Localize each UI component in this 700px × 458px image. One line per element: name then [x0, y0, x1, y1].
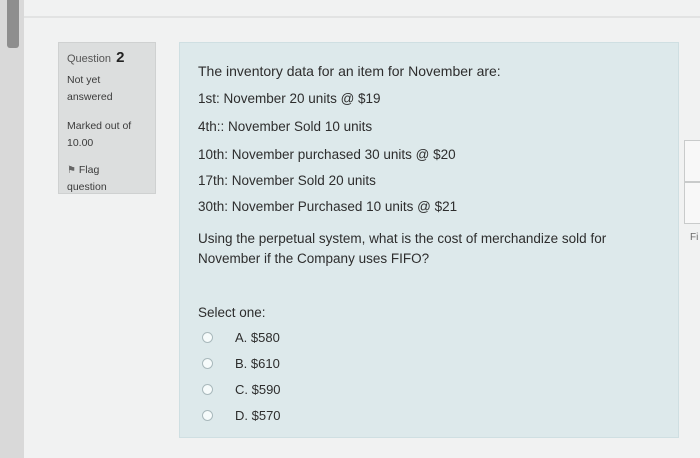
- answer-option-d[interactable]: D. $570: [202, 406, 281, 424]
- grade-line-2: 10.00: [67, 137, 94, 149]
- question-label: Question: [67, 53, 112, 65]
- state-line-1: Not yet: [67, 74, 101, 86]
- divider: [24, 16, 700, 18]
- data-line-4: 17th: November Sold 20 units: [198, 173, 376, 188]
- flag-icon: ⚑: [67, 165, 76, 176]
- radio-a[interactable]: [202, 331, 213, 343]
- data-line-3: 10th: November purchased 30 units @ $20: [198, 147, 456, 162]
- state-line-2: answered: [67, 91, 113, 103]
- side-panel-edge-2: [684, 182, 700, 224]
- side-panel-label: Fi: [690, 232, 699, 243]
- question-grade: Marked out of 10.00: [67, 118, 147, 152]
- question-info-panel: Question 2 Not yet answered Marked out o…: [58, 42, 156, 194]
- answer-option-c[interactable]: C. $590: [202, 380, 281, 398]
- flag-question-button[interactable]: ⚑ Flag question: [67, 162, 147, 196]
- question-state: Not yet answered: [67, 72, 147, 106]
- data-line-5: 30th: November Purchased 10 units @ $21: [198, 199, 458, 214]
- question-intro: The inventory data for an item for Novem…: [198, 63, 501, 79]
- option-d-label: D. $570: [235, 407, 281, 423]
- question-text: Using the perpetual system, what is the …: [198, 231, 607, 266]
- data-line-1: 1st: November 20 units @ $19: [198, 91, 381, 106]
- scrollbar-thumb[interactable]: [7, 0, 19, 48]
- flag-label-1: Flag: [78, 164, 100, 176]
- option-a-label: A. $580: [235, 329, 280, 345]
- grade-line-1: Marked out of: [67, 120, 132, 132]
- answer-option-b[interactable]: B. $610: [202, 354, 280, 372]
- question-content-panel: The inventory data for an item for Novem…: [179, 42, 679, 438]
- select-one-prompt: Select one:: [198, 305, 266, 320]
- data-line-2: 4th:: November Sold 10 units: [198, 119, 373, 134]
- radio-c[interactable]: [202, 383, 213, 395]
- side-panel-edge: [684, 140, 700, 182]
- question-number: Question 2: [67, 49, 147, 68]
- option-b-label: B. $610: [235, 355, 280, 371]
- answer-option-a[interactable]: A. $580: [202, 328, 280, 346]
- question-number-value: 2: [116, 49, 125, 66]
- radio-d[interactable]: [202, 409, 213, 421]
- radio-b[interactable]: [202, 357, 213, 369]
- scrollbar[interactable]: [0, 0, 24, 458]
- option-c-label: C. $590: [235, 381, 281, 397]
- flag-label-2: question: [67, 181, 107, 193]
